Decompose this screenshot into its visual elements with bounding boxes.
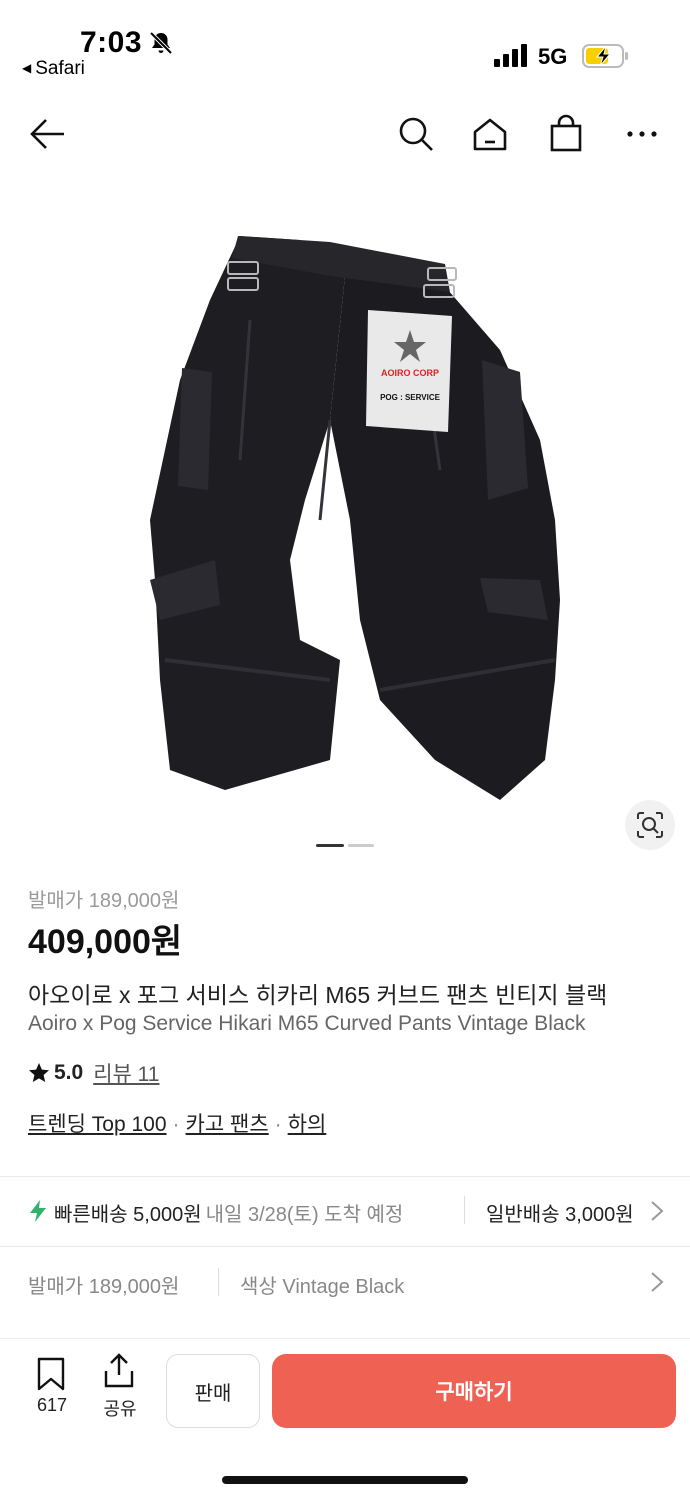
tag-trending[interactable]: 트렌딩 Top 100 xyxy=(28,1113,167,1136)
back-arrow-icon[interactable] xyxy=(28,114,68,154)
release-price-label: 발매가 189,000원 xyxy=(28,890,180,912)
back-app-label: Safari xyxy=(35,58,85,79)
divider-vertical xyxy=(218,1268,219,1296)
network-label: 5G xyxy=(538,44,568,69)
patch-brand-text: AOIRO CORP xyxy=(381,368,439,378)
search-icon[interactable] xyxy=(396,114,436,154)
cart-icon[interactable] xyxy=(546,114,586,154)
nav-bar xyxy=(0,100,690,170)
patch-sub-text: POG : SERVICE xyxy=(380,393,441,402)
divider xyxy=(0,1246,690,1247)
sell-button[interactable]: 판매 xyxy=(166,1354,260,1428)
bell-muted-icon xyxy=(149,31,173,55)
shipping-row[interactable]: 빠른배송 5,000원 내일 3/28(토) 도착 예정 일반배송 3,000원 xyxy=(0,1178,690,1244)
option-color: 색상 Vintage Black xyxy=(240,1276,405,1298)
share-label: 공유 xyxy=(103,1399,137,1419)
status-bar: 7:03 ◀ Safari 5G xyxy=(0,0,690,90)
tag-separator: · xyxy=(274,1113,282,1136)
reviews-link[interactable]: 리뷰 11 xyxy=(93,1058,159,1088)
lightning-icon xyxy=(30,1200,46,1222)
tag-separator: · xyxy=(172,1113,180,1136)
buy-button[interactable]: 구매하기 xyxy=(272,1354,676,1428)
more-icon[interactable] xyxy=(622,114,662,154)
rating-score: 5.0 xyxy=(54,1061,84,1084)
star-icon xyxy=(29,1063,49,1082)
back-to-app-link[interactable]: ◀ Safari xyxy=(22,58,85,80)
lens-icon xyxy=(637,812,663,838)
rating-row: 5.0 리뷰 11 xyxy=(28,1058,159,1088)
divider xyxy=(0,1176,690,1177)
current-price: 409,000원 xyxy=(28,923,183,961)
image-search-button[interactable] xyxy=(625,800,675,850)
chevron-right-icon xyxy=(651,1201,664,1221)
home-icon[interactable] xyxy=(470,114,510,154)
fast-shipping-eta: 내일 3/28(토) 도착 예정 xyxy=(205,1204,404,1226)
status-time: 7:03 xyxy=(80,26,143,59)
tag-cargo-pants[interactable]: 카고 팬츠 xyxy=(186,1113,269,1136)
product-image[interactable]: AOIRO CORP POG : SERVICE xyxy=(0,190,690,850)
pager-dot-active xyxy=(316,844,344,847)
chevron-right-icon xyxy=(651,1272,664,1292)
fast-shipping-label: 빠른배송 5,000원 xyxy=(54,1204,202,1226)
divider-vertical xyxy=(464,1196,465,1224)
home-indicator[interactable] xyxy=(222,1476,468,1484)
signal-icon xyxy=(494,44,527,67)
normal-shipping-label: 일반배송 3,000원 xyxy=(486,1204,634,1226)
tag-bottoms[interactable]: 하의 xyxy=(288,1113,327,1136)
bookmark-count: 617 xyxy=(36,1395,68,1415)
product-title-ko: 아오이로 x 포그 서비스 히카리 M65 커브드 팬츠 빈티지 블랙 xyxy=(28,982,608,1008)
battery-charging-icon xyxy=(582,44,628,68)
category-tags: 트렌딩 Top 100 · 카고 팬츠 · 하의 xyxy=(28,1108,326,1138)
share-icon[interactable] xyxy=(102,1353,136,1389)
pager-dot[interactable] xyxy=(348,844,374,847)
bookmark-icon[interactable] xyxy=(34,1357,68,1391)
image-pager xyxy=(316,844,376,848)
option-row[interactable]: 발매가 189,000원 색상 Vintage Black xyxy=(0,1250,690,1314)
option-release-price: 발매가 189,000원 xyxy=(28,1276,180,1298)
fast-shipping: 빠른배송 5,000원 내일 3/28(토) 도착 예정 xyxy=(54,1198,403,1227)
product-title-en: Aoiro x Pog Service Hikari M65 Curved Pa… xyxy=(28,1012,586,1035)
